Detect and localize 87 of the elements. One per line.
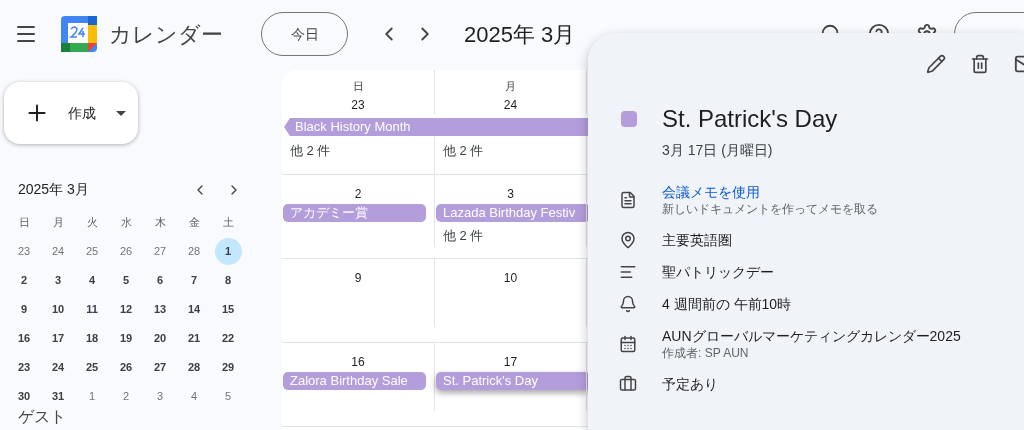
create-button[interactable]: 作成 (4, 82, 138, 144)
mini-calendar-day[interactable]: 19 (112, 325, 140, 352)
weekday-label: 木 (153, 215, 167, 231)
date-number[interactable]: 16 (351, 353, 365, 371)
briefcase-icon (619, 375, 637, 393)
weekday-label: 火 (85, 215, 99, 231)
detail-text: 聖パトリックデー (662, 263, 774, 281)
mini-calendar-day[interactable]: 30 (10, 383, 38, 410)
notes-link[interactable]: 会議メモを使用 (662, 183, 878, 201)
mini-calendar-day[interactable]: 26 (112, 354, 140, 381)
mini-calendar-day[interactable]: 31 (44, 383, 72, 410)
weekday-label: 日 (352, 79, 364, 94)
mini-calendar-day[interactable]: 24 (44, 238, 72, 265)
bell-icon (619, 295, 637, 313)
mini-calendar-day[interactable]: 27 (146, 238, 174, 265)
more-events-link[interactable]: 他 2 件 (443, 141, 484, 161)
date-number[interactable]: 10 (503, 269, 518, 287)
guests-heading: ゲスト (18, 407, 67, 427)
app-title: カレンダー (109, 20, 223, 49)
mini-calendar-day[interactable]: 26 (112, 238, 140, 265)
mini-calendar-day[interactable]: 13 (146, 296, 174, 323)
mini-calendar-day[interactable]: 18 (78, 325, 106, 352)
caret-icon (116, 110, 126, 116)
weekday-label: 日 (17, 215, 31, 231)
mini-calendar-day[interactable]: 23 (10, 238, 38, 265)
mini-calendar-day[interactable]: 15 (214, 296, 242, 323)
mini-calendar-day[interactable]: 1 (78, 383, 106, 410)
detail-text: 主要英語圏 (662, 231, 732, 249)
date-number[interactable]: 3 (507, 185, 514, 203)
mini-calendar-day[interactable]: 24 (44, 354, 72, 381)
date-number[interactable]: 23 (351, 96, 365, 114)
weekday-label: 土 (221, 215, 235, 231)
mini-calendar-day[interactable]: 23 (10, 354, 38, 381)
mini-calendar-day[interactable]: 2 (10, 267, 38, 294)
mini-calendar-day[interactable]: 9 (10, 296, 38, 323)
mini-calendar-title: 2025年 3月 (18, 180, 89, 199)
mini-calendar-day[interactable]: 10 (44, 296, 72, 323)
mini-calendar-day[interactable]: 22 (214, 325, 242, 352)
location-pin-icon (619, 231, 637, 249)
mini-calendar-day[interactable]: 25 (78, 238, 106, 265)
edit-button[interactable] (926, 53, 946, 75)
mini-calendar-day[interactable]: 8 (214, 267, 242, 294)
mini-calendar-day[interactable]: 2 (112, 383, 140, 410)
mini-calendar-day[interactable]: 20 (146, 325, 174, 352)
mini-calendar-day[interactable]: 3 (146, 383, 174, 410)
mini-calendar-day[interactable]: 21 (180, 325, 208, 352)
date-number[interactable]: 24 (503, 96, 518, 114)
mini-calendar-day[interactable]: 4 (78, 267, 106, 294)
mini-calendar-day[interactable]: 29 (214, 354, 242, 381)
mini-calendar-day[interactable]: 5 (214, 383, 242, 410)
detail-text: 4 週間前の 午前10時 (662, 295, 792, 313)
date-number[interactable]: 9 (354, 269, 362, 287)
calendar-icon (619, 335, 637, 353)
mini-calendar-day[interactable]: 28 (180, 354, 208, 381)
mini-calendar-day[interactable]: 3 (44, 267, 72, 294)
text-lines-icon (619, 263, 637, 281)
detail-text: 予定あり (662, 375, 718, 393)
mini-calendar-day[interactable]: 11 (78, 296, 106, 323)
mini-calendar-day[interactable]: 5 (112, 267, 140, 294)
mini-calendar-day[interactable]: 14 (180, 296, 208, 323)
date-number[interactable]: 2 (354, 185, 362, 203)
weekday-label: 月 (505, 79, 516, 94)
date-number[interactable]: 17 (503, 353, 518, 371)
mini-calendar-day[interactable]: 6 (146, 267, 174, 294)
delete-button[interactable] (970, 53, 990, 75)
more-events-link[interactable]: 他 2 件 (443, 226, 484, 246)
mini-calendar-day[interactable]: 27 (146, 354, 174, 381)
detail-subtext: 作成者: SP AUN (662, 345, 750, 361)
document-icon (619, 191, 637, 209)
more-events-link[interactable]: 他 2 件 (290, 141, 331, 161)
detail-subtext: 新しいドキュメントを作ってメモを取る (662, 201, 878, 217)
mini-calendar-day[interactable]: 4 (180, 383, 208, 410)
weekday-label: 金 (187, 215, 201, 231)
mini-calendar-day[interactable]: 25 (78, 354, 106, 381)
mini-calendar-day[interactable]: 16 (10, 325, 38, 352)
calendar-logo-icon (61, 16, 97, 52)
mini-calendar-day[interactable]: 12 (112, 296, 140, 323)
mini-calendar-day[interactable]: 28 (180, 238, 208, 265)
detail-text: AUNグローバルマーケティングカレンダー2025 (662, 327, 961, 345)
event-date: 3月 17日 (月曜日) (662, 141, 774, 160)
period-title: 2025年 3月 (464, 20, 576, 49)
weekday-label: 月 (51, 215, 65, 231)
mini-calendar-day[interactable]: 7 (180, 267, 208, 294)
mini-calendar-day[interactable]: 1 (214, 238, 242, 265)
weekday-label: 水 (119, 215, 133, 231)
mini-calendar-day[interactable]: 17 (44, 325, 72, 352)
event-title: St. Patrick's Day (662, 104, 838, 134)
